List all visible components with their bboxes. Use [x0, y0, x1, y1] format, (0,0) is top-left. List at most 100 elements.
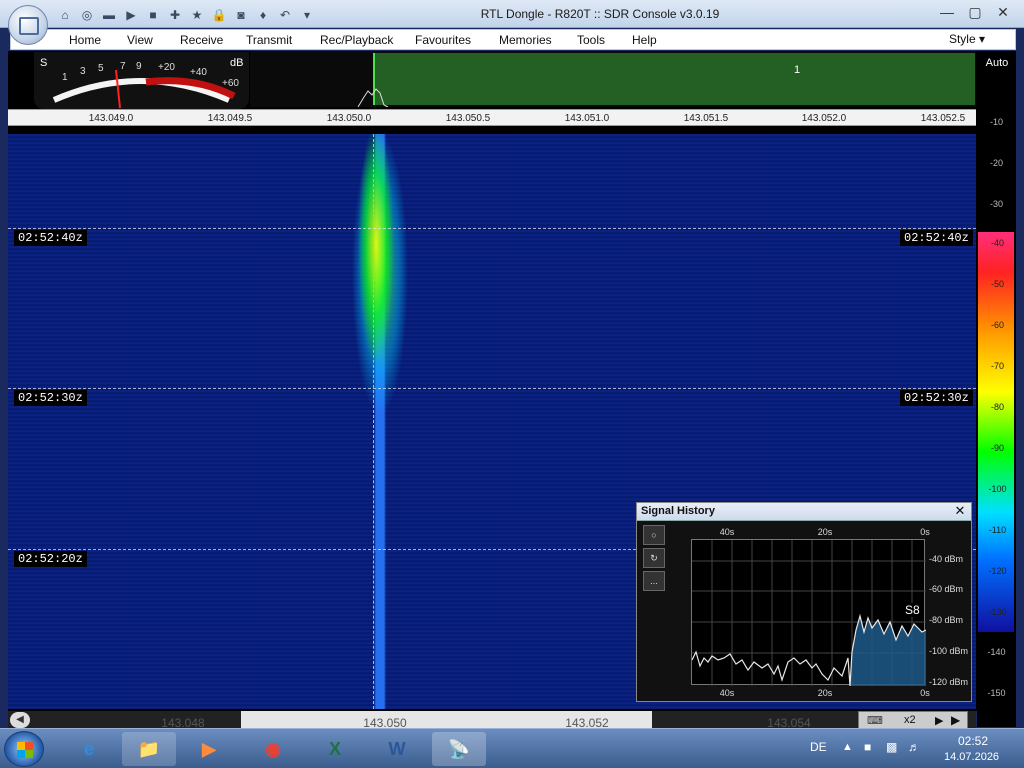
application-menu-button[interactable] [8, 5, 48, 45]
history-x-bottom: 0s [920, 688, 930, 698]
close-button[interactable]: ✕ [990, 2, 1016, 22]
sdr-console-icon[interactable]: 📡 [432, 732, 486, 766]
time-marker-line [8, 388, 976, 389]
time-marker-line [8, 228, 976, 229]
minimize-button[interactable]: — [934, 2, 960, 22]
undo-icon[interactable]: ↶ [276, 6, 294, 24]
signal-history-titlebar[interactable]: Signal History ✕ [637, 503, 971, 521]
home-icon[interactable]: ⌂ [56, 6, 74, 24]
language-indicator[interactable]: DE [810, 740, 827, 754]
signal-history-panel[interactable]: Signal History ✕ ○ ↻ ... 40s 20s 0s -40 … [636, 502, 972, 702]
menu-transmit[interactable]: Transmit [246, 33, 292, 47]
folder-icon[interactable]: ▬ [100, 6, 118, 24]
db-color-bar: -40 -50 -60 -70 -80 -90 -100 -110 -120 -… [978, 232, 1014, 632]
scroll-left-button[interactable]: ◀ [10, 712, 30, 728]
sdr-console-window: ⌂ ◎ ▬ ▶ ■ ✚ ★ 🔒 ◙ ♦ ↶ ▾ RTL Dongle - R820T :: SDR C… [0, 0, 1024, 768]
freq-tick: 143.052.5 [920, 113, 966, 124]
history-y-label: -40 dBm [929, 554, 964, 564]
s-tick: 7 [120, 61, 126, 72]
db-scale[interactable]: Auto -10 -20 -30 -40 -50 -60 -70 -80 -90… [977, 51, 1016, 727]
file-explorer-icon[interactable]: 📁 [122, 732, 176, 766]
more-button[interactable]: ... [643, 571, 665, 591]
time-marker-left: 02:52:40z [14, 230, 87, 246]
menu-receive[interactable]: Receive [180, 33, 223, 47]
db-tick: -150 [987, 688, 1006, 698]
spectrum-display[interactable]: 1 [250, 51, 976, 107]
tuning-cursor[interactable] [373, 134, 374, 709]
record-button[interactable]: ○ [643, 525, 665, 545]
db-tick: -110 [988, 525, 1007, 535]
time-marker-left: 02:52:30z [14, 390, 87, 406]
star-icon[interactable]: ★ [188, 6, 206, 24]
signal-history-graph [691, 540, 927, 687]
db-tick: -60 [990, 320, 1004, 330]
tray-app-icon[interactable]: ■ [864, 740, 871, 754]
frequency-scale[interactable]: 143.049.0 143.049.5 143.050.0 143.050.5 … [8, 109, 976, 126]
time-marker-right: 02:52:40z [900, 230, 973, 246]
excel-icon[interactable]: X [308, 732, 362, 766]
start-button[interactable] [4, 731, 44, 767]
tray-expand-icon[interactable]: ▲ [842, 741, 853, 753]
word-icon[interactable]: W [370, 732, 424, 766]
menu-home[interactable]: Home [69, 33, 101, 47]
menu-rec-playback[interactable]: Rec/Playback [320, 33, 393, 47]
auto-scale-button[interactable]: Auto [979, 57, 1015, 69]
menu-help[interactable]: Help [632, 33, 657, 47]
menu-view[interactable]: View [127, 33, 153, 47]
s-tick: 5 [98, 63, 104, 74]
taskbar: e 📁 ▶ ◉ X W 📡 DE ▲ ■ ▩ ♬ [0, 728, 1024, 768]
history-x-top: 40s [719, 527, 735, 537]
media-player-icon[interactable]: ▶ [182, 732, 236, 766]
quick-access-toolbar: ⌂ ◎ ▬ ▶ ■ ✚ ★ 🔒 ◙ ♦ ↶ ▾ [56, 6, 316, 24]
frequency-ruler[interactable]: ◀ 143.048 143.050 143.052 143.054 ⌨ x2 ▶… [8, 711, 976, 730]
menu-memories[interactable]: Memories [499, 33, 552, 47]
freq-tick: 143.051.0 [564, 113, 610, 124]
history-y-label: -120 dBm [929, 677, 969, 687]
clock-date[interactable]: 14.07.2026 [944, 751, 999, 763]
lock-icon[interactable]: 🔒 [210, 6, 228, 24]
network-icon[interactable]: ▩ [886, 740, 897, 754]
history-y-label: -60 dBm [929, 584, 964, 594]
s-meter-needle [115, 69, 121, 109]
db-tick: +20 [158, 62, 175, 73]
drop-icon[interactable]: ♦ [254, 6, 272, 24]
app-menu-icon [19, 17, 39, 35]
db-tick: -50 [990, 279, 1004, 289]
windows-logo-icon [17, 742, 33, 758]
dropdown-icon[interactable]: ▾ [298, 6, 316, 24]
plus-icon[interactable]: ✚ [166, 6, 184, 24]
stop-icon[interactable]: ■ [144, 6, 162, 24]
menu-bar: Home View Receive Transmit Rec/Playback … [10, 29, 1016, 50]
s-unit-label: S [40, 57, 47, 69]
clock-time[interactable]: 02:52 [958, 734, 988, 748]
chrome-icon[interactable]: ◉ [246, 732, 300, 766]
db-tick: -30 [989, 199, 1003, 209]
db-tick: -100 [988, 484, 1007, 494]
zoom-control[interactable]: ⌨ x2 ▶ ▶ [858, 711, 968, 729]
title-bar: ⌂ ◎ ▬ ▶ ■ ✚ ★ 🔒 ◙ ♦ ↶ ▾ RTL Dongle - R820T :: SDR C… [0, 0, 1024, 28]
camera-icon[interactable]: ◙ [232, 6, 250, 24]
time-marker-right: 02:52:30z [900, 390, 973, 406]
signal-history-title: Signal History [641, 505, 715, 517]
internet-explorer-icon[interactable]: e [62, 732, 116, 766]
reset-button[interactable]: ↻ [643, 548, 665, 568]
scroll-right-button[interactable]: ▶ [951, 713, 960, 727]
s-meter-face: S dB 1 3 5 7 9 +20 +40 +60 [40, 57, 243, 109]
style-label: Style [948, 32, 976, 46]
style-menu[interactable]: Style ▾ [949, 32, 985, 46]
db-tick: -120 [988, 566, 1007, 576]
zoom-next-icon[interactable]: ▶ [935, 714, 943, 727]
close-icon[interactable]: ✕ [953, 504, 967, 518]
db-tick: -70 [990, 361, 1004, 371]
lifebuoy-icon[interactable]: ◎ [78, 6, 96, 24]
history-x-bottom: 40s [719, 688, 735, 698]
history-y-label: -80 dBm [929, 615, 964, 625]
menu-favourites[interactable]: Favourites [415, 33, 471, 47]
speaker-icon[interactable]: ♬ [908, 740, 920, 754]
menu-tools[interactable]: Tools [577, 33, 605, 47]
db-tick: -90 [990, 443, 1004, 453]
db-tick: +40 [190, 67, 207, 78]
maximize-button[interactable]: ▢ [962, 2, 988, 22]
play-icon[interactable]: ▶ [122, 6, 140, 24]
db-tick: -40 [990, 238, 1004, 248]
